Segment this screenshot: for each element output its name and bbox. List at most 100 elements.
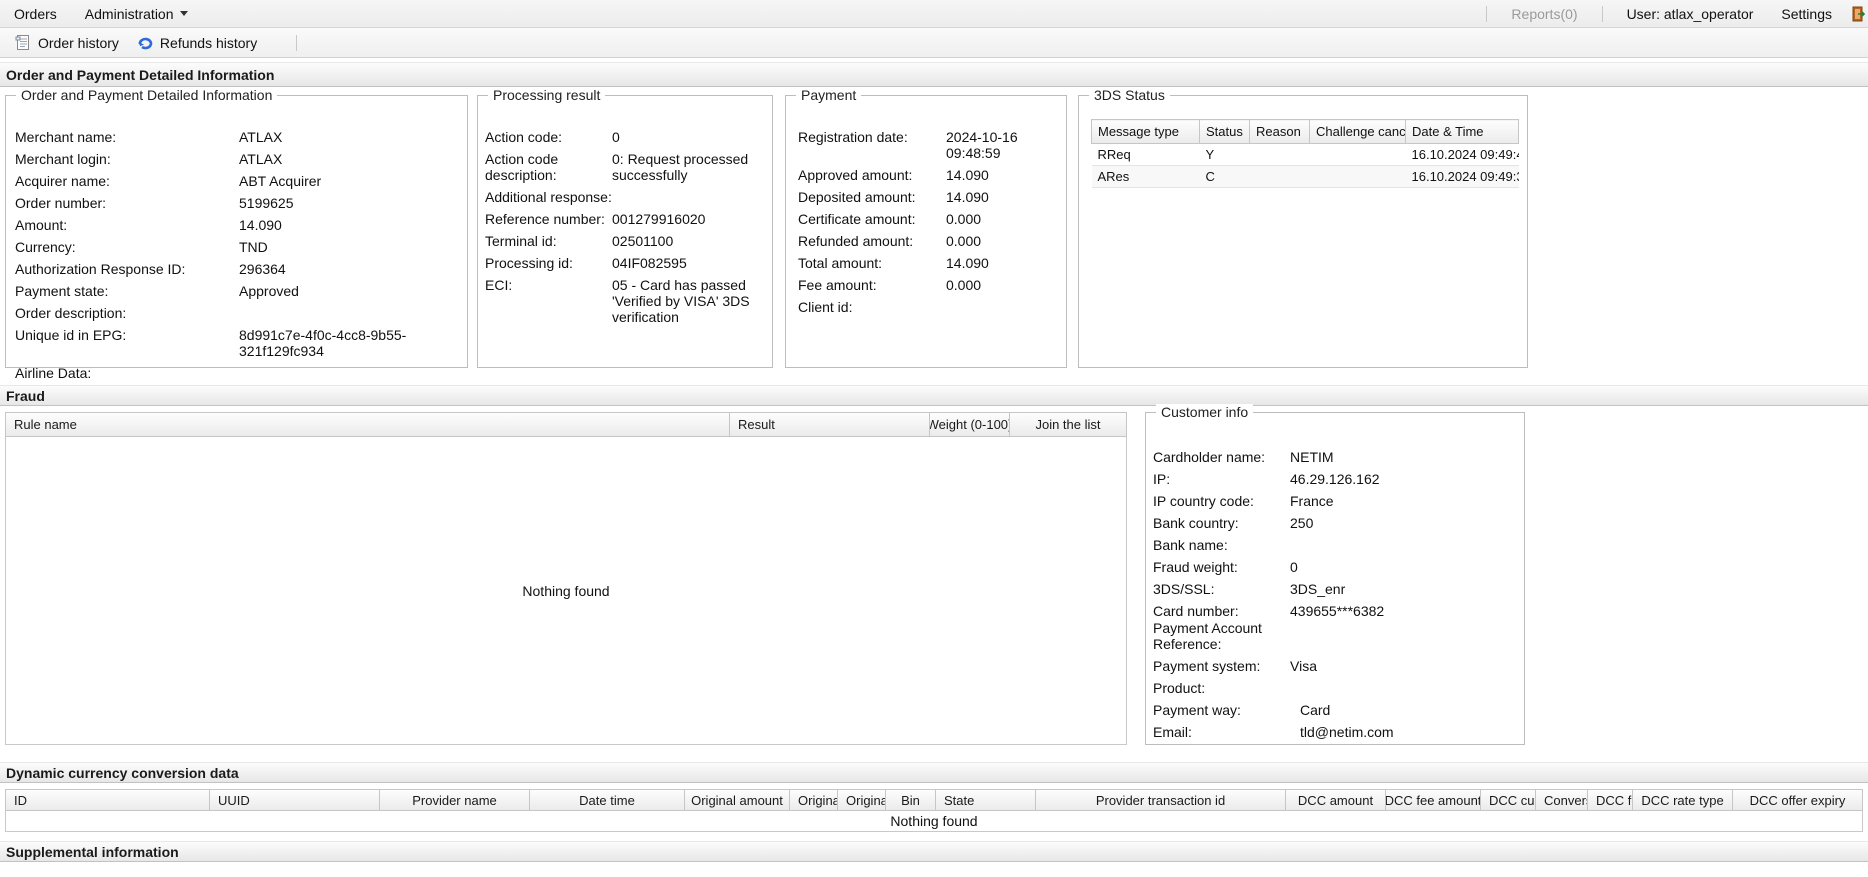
menu-settings[interactable]: Settings [1767,0,1846,27]
dcc-section-title: Dynamic currency conversion data [6,764,239,781]
field-row: Payment system: Visa [1153,658,1317,674]
field-row: Order description: [15,305,127,321]
menu-bar: Orders Administration Reports(0) User: a… [0,0,1868,28]
toolbar: Order history Refunds history [0,28,1868,58]
field-row: Bank name: [1153,537,1228,553]
menu-administration-label: Administration [84,5,174,22]
dcc-section-band: Dynamic currency conversion data [0,762,1868,783]
field-row: 3DS/SSL: 3DS_enr [1153,581,1346,597]
threeds-header-row: Message type Status Reason Challenge can… [1091,119,1519,144]
menu-orders-label: Orders [14,5,57,22]
field-row: Processing id: 04IF082595 [485,255,687,271]
col-date-time: Date time [530,789,685,811]
order-history-button[interactable]: Order history [6,30,128,55]
fraud-empty-text: Nothing found [522,582,610,599]
field-row: Action code description: 0: Request proce… [485,151,749,183]
col-dcc-offer-expiry: DCC offer expiry [1733,789,1863,811]
field-row: Acquirer name: ABT Acquirer [15,173,322,189]
logout-door-icon [1850,6,1866,22]
field-row: Order number: 5199625 [15,195,294,211]
col-weight: Weight (0-100) [930,412,1010,437]
col-bin: Bin [886,789,936,811]
field-row: Refunded amount: 0.000 [798,233,982,249]
col-state: State [936,789,1036,811]
field-row: Merchant name: ATLAX [15,129,283,145]
field-row: Approved amount: 14.090 [798,167,989,183]
field-row: Currency: TND [15,239,268,255]
col-dcc-currency: DCC curr [1481,789,1536,811]
dcc-empty-body: Nothing found [5,811,1863,832]
field-row: Payment state: Approved [15,283,299,299]
col-dcc-fee: DCC fee [1588,789,1633,811]
field-row: Client id: [798,299,853,315]
fraud-table-header: Rule name Result Weight (0-100) Join the… [5,412,1127,437]
field-row: Card number: 439655***6382 [1153,603,1385,619]
field-row: Total amount: 14.090 [798,255,989,271]
col-original-amount: Original amount [685,789,790,811]
logout-button[interactable] [1846,0,1868,27]
col-original-fee: Original f [790,789,838,811]
field-row: IP: 46.29.126.162 [1153,471,1380,487]
menu-reports[interactable]: Reports(0) [1497,0,1591,27]
field-row: Additional response: [485,189,612,205]
field-row: Fraud weight: 0 [1153,559,1298,575]
col-provider-name: Provider name [380,789,530,811]
customer-info-fieldset: Customer info Cardholder name: NETIM IP: 4… [1145,404,1525,745]
field-row: IP country code: France [1153,493,1334,509]
order-history-label: Order history [38,34,119,51]
processing-result-legend: Processing result [488,87,606,103]
order-detail-page: Orders Administration Reports(0) User: a… [0,0,1868,877]
page-header-band: Order and Payment Detailed Information [0,62,1868,87]
field-row: Unique id in EPG: 8d991c7e-4f0c-4cc8-9b55… [15,327,407,359]
chevron-down-icon [179,11,188,16]
processing-result-fieldset: Processing result Action code: 0 Action c… [477,87,773,368]
menu-separator [1601,5,1603,22]
menu-settings-label: Settings [1781,5,1832,22]
payment-fieldset: Payment Registration date: 2024-10-16 09:… [785,87,1067,368]
fraud-empty-body: Nothing found [5,437,1127,745]
field-row: Terminal id: 02501100 [485,233,674,249]
col-challenge-cancel: Challenge cancel [1309,119,1406,144]
fraud-section-band: Fraud [0,385,1868,406]
field-row: Reference number: 001279916020 [485,211,706,227]
field-row: Product: [1153,680,1206,696]
col-id: ID [5,789,210,811]
dcc-empty-text: Nothing found [890,813,978,829]
field-row: Cardholder name: NETIM [1153,449,1334,465]
fraud-section-title: Fraud [6,387,45,404]
threeds-row[interactable]: RReq Y 16.10.2024 09:49:48 [1091,143,1519,166]
field-row: Fee amount: 0.000 [798,277,982,293]
dcc-table-header: ID UUID Provider name Date time Original… [5,789,1863,811]
col-message-type: Message type [1091,119,1200,144]
field-row: Bank country: 250 [1153,515,1314,531]
menu-orders[interactable]: Orders [0,0,71,27]
supplemental-section-title: Supplemental information [6,843,179,860]
order-info-legend: Order and Payment Detailed Information [16,87,278,103]
field-row: Payment Account Reference: [1153,620,1262,652]
threeds-table: Message type Status Reason Challenge can… [1091,119,1519,188]
menu-reports-label: Reports(0) [1511,5,1578,22]
threeds-row[interactable]: ARes C 16.10.2024 09:49:30 [1091,165,1519,188]
field-row: Action code: 0 [485,129,620,145]
col-result: Result [730,412,930,437]
field-row: Merchant login: ATLAX [15,151,283,167]
order-info-fieldset: Order and Payment Detailed Information M… [5,87,468,381]
field-row: ECI: 05 - Card has passed 'Verified by VI… [485,277,750,325]
menu-administration[interactable]: Administration [71,0,202,27]
col-original-currency: Original c [838,789,886,811]
col-dcc-fee-amount: DCC fee amount [1386,789,1481,811]
field-row: Amount: 14.090 [15,217,282,233]
field-row: Registration date: 2024-10-16 09:48:59 [798,129,1018,161]
field-row: Certificate amount: 0.000 [798,211,982,227]
col-reason: Reason [1249,119,1310,144]
threeds-status-legend: 3DS Status [1089,87,1170,103]
refunds-history-button[interactable]: Refunds history [128,30,266,55]
col-join-the-list: Join the list [1010,412,1127,437]
page-title: Order and Payment Detailed Information [6,66,275,83]
toolbar-separator [296,34,298,51]
current-user-label: User: atlax_operator [1626,5,1754,22]
customer-info-legend: Customer info [1156,404,1254,420]
payment-legend: Payment [796,87,862,103]
col-rule-name: Rule name [5,412,730,437]
menu-separator [1486,5,1488,22]
